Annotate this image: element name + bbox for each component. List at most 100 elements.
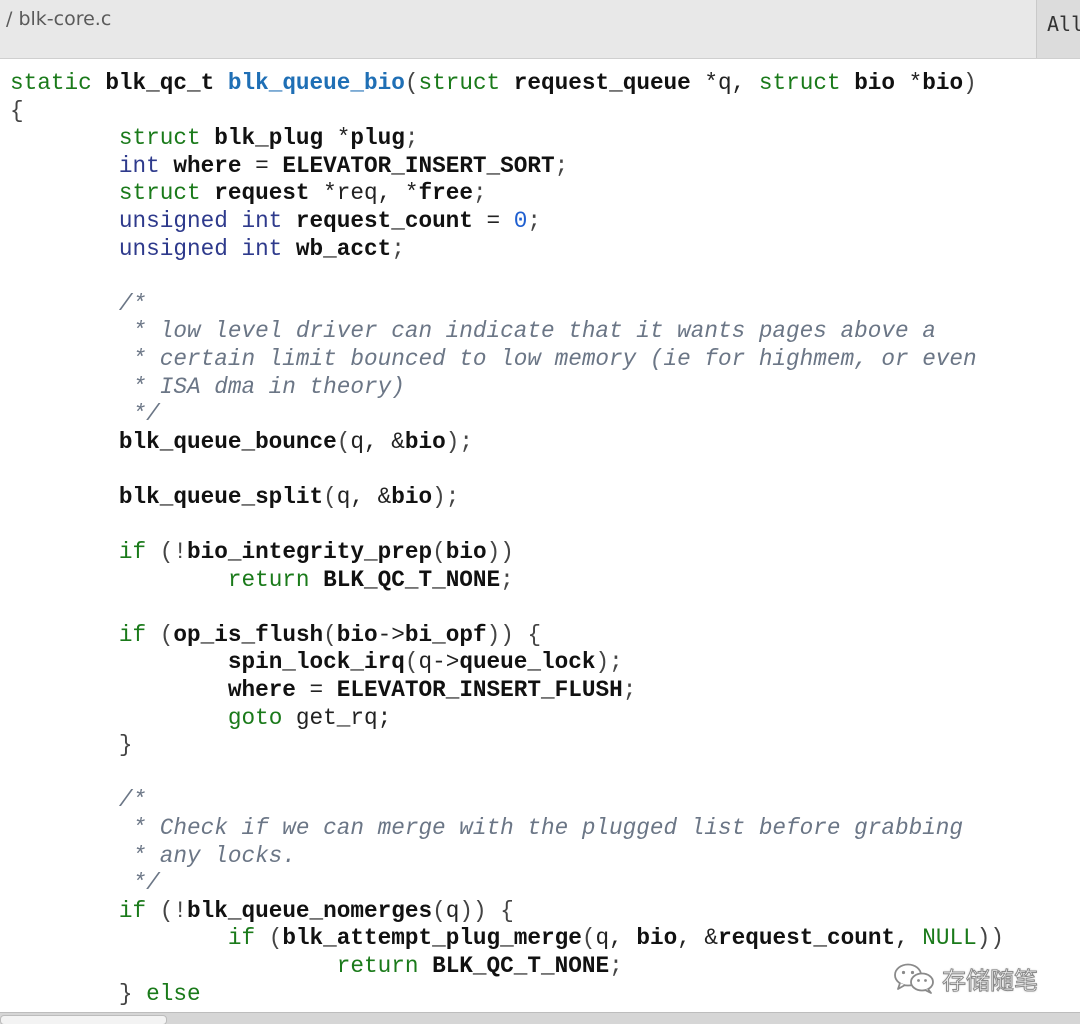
code-token: * ISA dma in theory) bbox=[118, 373, 405, 400]
code-line: blk_queue_split(q, &bio); bbox=[10, 484, 1004, 512]
code-token: q-> bbox=[418, 649, 460, 676]
code-line: ​ bbox=[10, 760, 1004, 788]
watermark: 存储随笔 bbox=[892, 960, 1039, 996]
code-token: ELEVATOR_INSERT_FLUSH bbox=[336, 677, 623, 704]
code-view[interactable]: static blk_qc_t blk_queue_bio(struct req… bbox=[10, 70, 1004, 1008]
code-token: */ bbox=[118, 870, 160, 897]
code-token: blk_plug bbox=[214, 125, 337, 152]
code-token: ; bbox=[622, 677, 637, 704]
code-line: * any locks. bbox=[10, 843, 1004, 871]
code-token: ; bbox=[472, 180, 487, 207]
code-token: struct bbox=[118, 180, 215, 207]
code-token: -> bbox=[377, 621, 405, 648]
code-token: spin_lock_irq bbox=[227, 649, 405, 676]
code-token: * any locks. bbox=[118, 842, 296, 869]
code-line: */ bbox=[10, 401, 1004, 429]
code-token: request_queue bbox=[513, 70, 705, 96]
code-token: bio bbox=[854, 70, 909, 96]
code-token: ( bbox=[268, 925, 283, 952]
code-token: if bbox=[118, 621, 160, 648]
code-token: if bbox=[227, 925, 269, 952]
code-token: ; bbox=[609, 953, 623, 979]
code-line: return BLK_QC_T_NONE; bbox=[10, 953, 1004, 981]
code-token: )) bbox=[976, 925, 1004, 952]
code-token: } bbox=[118, 732, 133, 759]
code-token: ( bbox=[323, 483, 337, 510]
file-breadcrumb[interactable]: / blk-core.c bbox=[6, 8, 111, 30]
code-token: plug bbox=[350, 125, 405, 152]
code-line: if (op_is_flush(bio->bi_opf)) { bbox=[10, 622, 1004, 650]
code-token: NULL bbox=[922, 925, 977, 952]
code-line: ​ bbox=[10, 456, 1004, 484]
code-token: } bbox=[118, 980, 147, 1007]
code-token: bio bbox=[636, 925, 678, 952]
code-line: } bbox=[10, 732, 1004, 760]
code-token: (! bbox=[159, 897, 188, 924]
code-line: if (!bio_integrity_prep(bio)) bbox=[10, 539, 1004, 567]
code-line: /* bbox=[10, 787, 1004, 815]
code-token: struct bbox=[758, 70, 855, 96]
code-token: static bbox=[10, 70, 106, 96]
code-token: ( bbox=[404, 649, 419, 676]
code-token: queue_lock bbox=[459, 649, 596, 676]
code-token: ; bbox=[404, 125, 419, 152]
code-token: ; bbox=[500, 566, 514, 593]
code-token: ( bbox=[404, 70, 419, 96]
wechat-icon bbox=[894, 963, 934, 994]
code-token: , bbox=[895, 925, 923, 952]
code-line: } else bbox=[10, 981, 1004, 1009]
code-line: if (!blk_queue_nomerges(q)) { bbox=[10, 898, 1004, 926]
code-token: return bbox=[336, 953, 433, 979]
code-token: * low level driver can indicate that it … bbox=[118, 318, 936, 345]
code-token: ( bbox=[432, 897, 446, 924]
code-line: int where = ELEVATOR_INSERT_SORT; bbox=[10, 153, 1004, 181]
scrollbar-thumb[interactable] bbox=[0, 1015, 167, 1024]
code-token: struct bbox=[118, 125, 215, 152]
code-line: * ISA dma in theory) bbox=[10, 374, 1004, 402]
code-token: unsigned int bbox=[118, 235, 296, 262]
code-token: bio bbox=[922, 70, 964, 96]
code-line: spin_lock_irq(q->queue_lock); bbox=[10, 649, 1004, 677]
right-pane-tab[interactable]: All bbox=[1036, 0, 1080, 58]
code-token: wb_acct bbox=[295, 235, 392, 262]
editor-window: / blk-core.c All static blk_qc_t blk_que… bbox=[0, 0, 1080, 1024]
horizontal-scrollbar[interactable] bbox=[0, 1012, 1080, 1024]
code-line: struct request *req, *free; bbox=[10, 180, 1004, 208]
code-token: ); bbox=[595, 649, 623, 676]
code-token: 0 bbox=[513, 207, 528, 234]
code-token: (! bbox=[159, 539, 188, 566]
code-token: , & bbox=[677, 925, 719, 952]
code-token: *q, bbox=[704, 70, 759, 96]
code-token: bio bbox=[404, 428, 446, 455]
code-token: ; bbox=[391, 235, 405, 262]
code-token: /* bbox=[118, 787, 147, 814]
code-token: ); bbox=[445, 428, 473, 455]
code-line: blk_queue_bounce(q, &bio); bbox=[10, 429, 1004, 457]
code-token: request_count bbox=[295, 207, 487, 234]
code-token: goto bbox=[227, 704, 296, 731]
code-line: struct blk_plug *plug; bbox=[10, 125, 1004, 153]
code-token: q bbox=[445, 897, 460, 924]
code-token: )) bbox=[486, 539, 514, 566]
code-token: /* bbox=[118, 290, 147, 317]
code-line: unsigned int wb_acct; bbox=[10, 236, 1004, 264]
code-token: request bbox=[214, 180, 324, 207]
code-token: * bbox=[336, 125, 351, 152]
file-header-bar: / blk-core.c All bbox=[0, 0, 1080, 59]
code-token: if bbox=[118, 897, 160, 924]
code-token: bio bbox=[445, 539, 487, 566]
code-line: unsigned int request_count = 0; bbox=[10, 208, 1004, 236]
watermark-text: 存储随笔 bbox=[942, 966, 1039, 995]
code-token: { bbox=[10, 97, 24, 124]
